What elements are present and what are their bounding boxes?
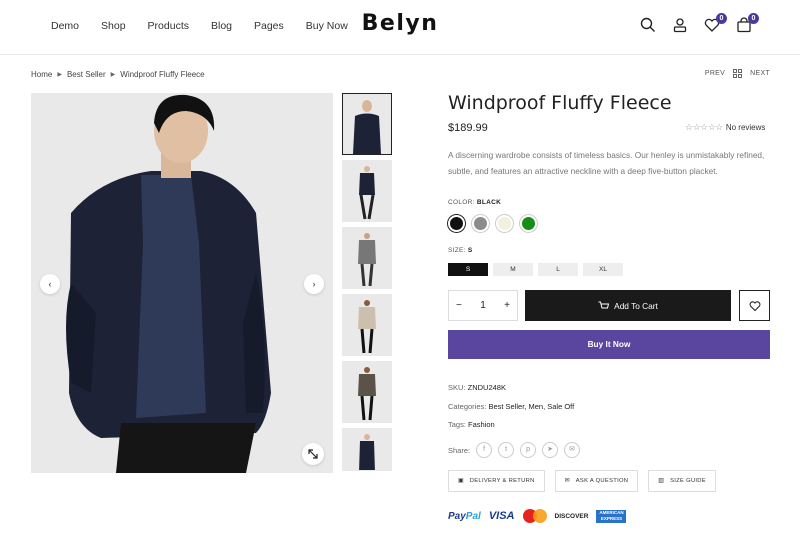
categories-value[interactable]: Best Seller, Men, Sale Off <box>488 402 574 411</box>
thumbnail-1[interactable] <box>342 93 392 155</box>
add-to-cart-label: Add To Cart <box>614 300 658 311</box>
reviews-text: No reviews <box>725 123 766 132</box>
grid-icon[interactable] <box>733 69 743 78</box>
breadcrumb: Home ▶ Best Seller ▶ Windproof Fluffy Fl… <box>31 70 205 79</box>
wishlist-count-badge: 0 <box>716 13 727 24</box>
plus-icon[interactable]: + <box>504 300 510 311</box>
thumbnail-5[interactable] <box>342 361 392 423</box>
cart-count-badge: 0 <box>748 13 759 24</box>
color-label: COLOR: BLACK <box>448 199 502 206</box>
size-options: S M L XL <box>448 263 623 276</box>
swatch-cream[interactable] <box>496 215 513 232</box>
product-description: A discerning wardrobe consists of timele… <box>448 150 765 176</box>
size-xl[interactable]: XL <box>583 263 623 276</box>
pinterest-icon[interactable]: p <box>520 442 537 458</box>
color-value: BLACK <box>476 199 502 206</box>
search-icon[interactable] <box>640 17 656 33</box>
share-row: Share: f t p ➤ ✉ <box>448 442 581 458</box>
main-product-image[interactable]: ‹ › <box>31 93 333 473</box>
swatch-black[interactable] <box>448 215 465 232</box>
model-photo <box>31 93 333 473</box>
breadcrumb-category[interactable]: Best Seller <box>67 70 106 79</box>
thumbnail-6[interactable] <box>342 428 392 471</box>
product-actions: ▣ DELIVERY & RETURN ✉ ASK A QUESTION ▥ S… <box>448 470 716 492</box>
facebook-icon[interactable]: f <box>476 442 493 458</box>
size-s[interactable]: S <box>448 263 488 276</box>
quantity-stepper: − 1 + <box>448 290 518 321</box>
tags-row: Tags: Fashion <box>448 420 495 429</box>
ask-question-button[interactable]: ✉ ASK A QUESTION <box>554 470 639 492</box>
account-icon[interactable] <box>672 17 688 33</box>
product-title: Windproof Fluffy Fleece <box>448 92 672 114</box>
swatch-green[interactable] <box>520 215 537 232</box>
swatch-gray[interactable] <box>472 215 489 232</box>
cart-icon[interactable]: 0 <box>736 13 759 33</box>
header-icons: 0 0 <box>640 13 759 33</box>
share-label: Share: <box>448 445 471 455</box>
minus-icon[interactable]: − <box>456 300 462 311</box>
size-m[interactable]: M <box>493 263 533 276</box>
next-image-button[interactable]: › <box>304 274 324 294</box>
ruler-icon: ▥ <box>658 478 665 484</box>
categories-row: Categories: Best Seller, Men, Sale Off <box>448 402 575 411</box>
thumbnail-4[interactable] <box>342 294 392 356</box>
mail-icon: ✉ <box>564 478 570 484</box>
twitter-icon[interactable]: t <box>498 442 515 458</box>
heart-icon <box>749 300 760 311</box>
color-swatches <box>448 215 537 232</box>
chevron-right-icon: ▶ <box>57 72 62 78</box>
sku-value: ZNDU248K <box>467 383 506 392</box>
cart-icon <box>598 301 610 308</box>
product-price: $189.99 <box>448 122 488 134</box>
delivery-return-button[interactable]: ▣ DELIVERY & RETURN <box>448 470 545 492</box>
breadcrumb-home[interactable]: Home <box>31 70 52 79</box>
paypal-logo: PayPal <box>448 510 481 522</box>
tags-value[interactable]: Fashion <box>468 420 495 429</box>
amex-logo: AMERICAN EXPRESS <box>596 509 627 523</box>
sku-row: SKU: ZNDU248K <box>448 383 506 392</box>
size-label: SIZE: S <box>448 247 473 254</box>
discover-logo: DISCOVER <box>554 512 589 520</box>
star-rating-icon: ☆☆☆☆☆ <box>685 122 723 132</box>
box-icon: ▣ <box>458 478 464 484</box>
site-header: Demo Shop Products Blog Pages Buy Now Be… <box>0 0 800 55</box>
payment-methods: PayPal VISA DISCOVER AMERICAN EXPRESS <box>448 509 627 523</box>
add-to-cart-button[interactable]: Add To Cart <box>525 290 731 321</box>
size-guide-button[interactable]: ▥ SIZE GUIDE <box>648 470 716 492</box>
next-link[interactable]: NEXT <box>750 70 770 77</box>
product-pager: PREV NEXT <box>705 69 770 78</box>
buy-now-button[interactable]: Buy It Now <box>448 330 770 359</box>
visa-logo: VISA <box>488 510 515 522</box>
breadcrumb-current: Windproof Fluffy Fleece <box>120 70 205 79</box>
chevron-right-icon: ▶ <box>110 72 116 78</box>
size-value: S <box>467 247 473 254</box>
thumbnail-2[interactable] <box>342 160 392 222</box>
wishlist-button[interactable] <box>739 290 770 321</box>
prev-link[interactable]: PREV <box>705 70 725 77</box>
zoom-icon[interactable] <box>302 443 324 465</box>
reviews[interactable]: ☆☆☆☆☆ No reviews <box>685 122 765 133</box>
prev-image-button[interactable]: ‹ <box>40 274 60 294</box>
wishlist-icon[interactable]: 0 <box>704 13 727 33</box>
telegram-icon[interactable]: ➤ <box>542 442 559 458</box>
mastercard-logo <box>522 509 547 523</box>
email-icon[interactable]: ✉ <box>564 442 581 458</box>
quantity-value[interactable]: 1 <box>480 300 486 311</box>
size-l[interactable]: L <box>538 263 578 276</box>
thumbnail-3[interactable] <box>342 227 392 289</box>
thumbnail-list <box>342 93 393 476</box>
